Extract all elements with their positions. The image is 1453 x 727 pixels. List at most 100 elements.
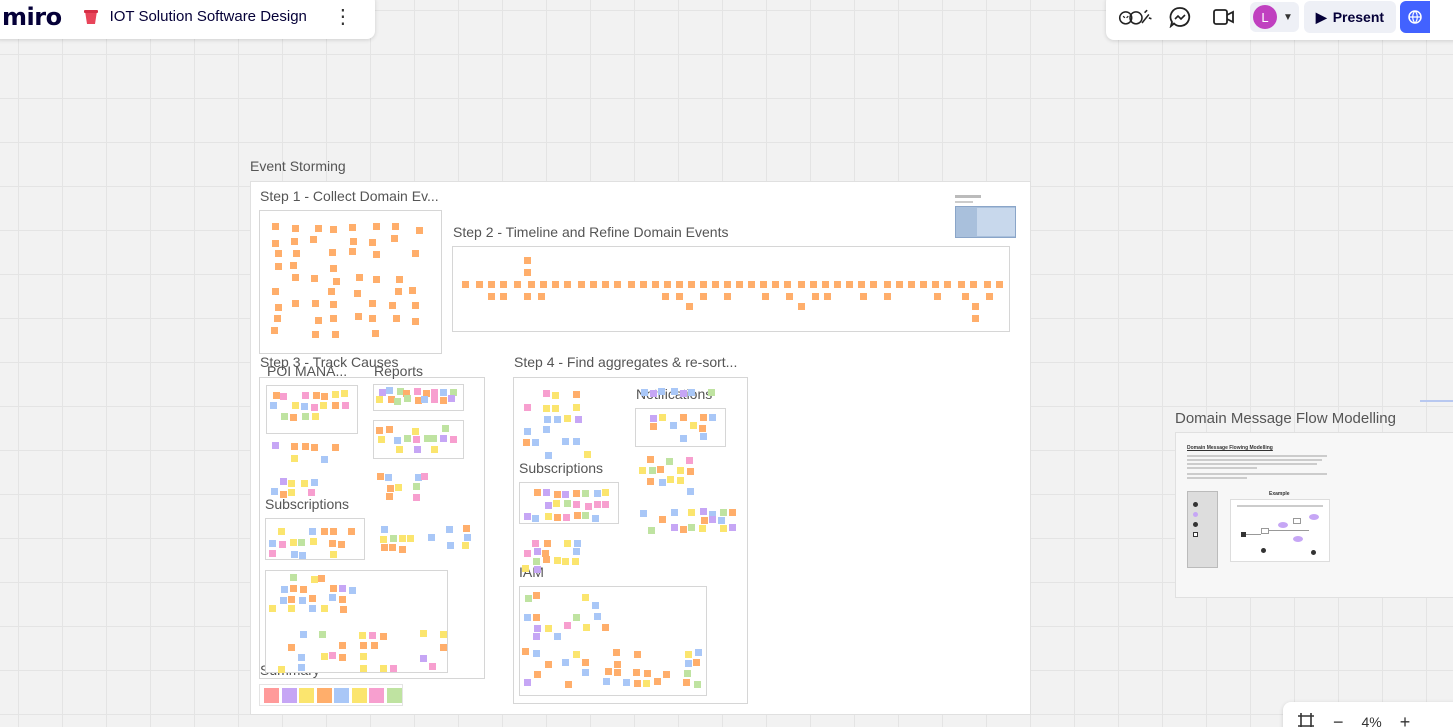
sticky-note[interactable] <box>448 395 456 402</box>
summary-legend-swatch[interactable] <box>264 688 279 703</box>
sticky-note[interactable] <box>686 303 693 310</box>
sticky-note[interactable] <box>688 524 696 532</box>
sticky-note[interactable] <box>552 404 560 412</box>
sticky-note[interactable] <box>380 665 388 673</box>
sticky-note[interactable] <box>640 281 647 288</box>
sticky-note[interactable] <box>308 488 316 496</box>
sticky-note[interactable] <box>553 633 561 641</box>
sticky-note[interactable] <box>729 508 737 516</box>
sticky-note[interactable] <box>614 668 622 676</box>
sticky-note[interactable] <box>439 396 447 404</box>
sticky-note[interactable] <box>439 643 447 651</box>
sticky-note[interactable] <box>958 281 965 288</box>
sticky-note[interactable] <box>301 412 309 420</box>
sticky-note[interactable] <box>413 446 421 454</box>
sticky-note[interactable] <box>312 392 320 400</box>
sticky-note[interactable] <box>554 490 562 498</box>
sticky-note[interactable] <box>441 425 449 433</box>
sticky-note[interactable] <box>440 631 448 639</box>
sticky-note[interactable] <box>583 450 591 458</box>
sticky-note[interactable] <box>299 630 307 638</box>
sticky-note[interactable] <box>369 300 377 307</box>
sticky-note[interactable] <box>762 293 769 300</box>
sticky-note[interactable] <box>360 665 368 673</box>
sticky-note[interactable] <box>414 387 422 395</box>
sticky-note[interactable] <box>640 388 648 396</box>
sticky-note[interactable] <box>553 500 561 508</box>
sticky-note[interactable] <box>318 574 326 582</box>
reference-document-thumbnail[interactable] <box>955 195 1016 238</box>
sticky-note[interactable] <box>387 484 395 492</box>
sticky-note[interactable] <box>430 395 438 403</box>
sticky-note[interactable] <box>699 432 707 440</box>
sticky-note[interactable] <box>604 668 612 676</box>
sticky-note[interactable] <box>407 534 415 542</box>
sticky-note[interactable] <box>680 414 688 422</box>
sticky-note[interactable] <box>292 250 300 257</box>
sticky-note[interactable] <box>532 539 540 547</box>
sticky-note[interactable] <box>798 281 805 288</box>
sticky-note[interactable] <box>328 594 336 602</box>
sticky-note[interactable] <box>332 390 340 398</box>
avatar[interactable]: L <box>1253 5 1277 29</box>
sticky-note[interactable] <box>572 548 580 556</box>
zoom-level[interactable]: 4% <box>1362 714 1382 727</box>
sticky-note[interactable] <box>488 293 495 300</box>
summary-legend-swatch[interactable] <box>351 688 367 703</box>
sticky-note[interactable] <box>784 281 791 288</box>
sticky-note[interactable] <box>720 508 728 516</box>
sticky-note[interactable] <box>613 660 621 668</box>
sticky-note[interactable] <box>708 389 715 397</box>
sticky-note[interactable] <box>450 436 458 444</box>
sticky-note[interactable] <box>376 426 383 434</box>
sticky-note[interactable] <box>524 404 532 412</box>
sticky-note[interactable] <box>413 494 421 502</box>
sticky-note[interactable] <box>670 508 678 516</box>
sticky-note[interactable] <box>299 552 307 560</box>
sticky-note[interactable] <box>633 668 641 676</box>
sticky-note[interactable] <box>524 427 532 435</box>
sticky-note[interactable] <box>810 281 817 288</box>
sticky-note[interactable] <box>524 549 532 557</box>
sticky-note[interactable] <box>676 293 683 300</box>
sticky-note[interactable] <box>679 525 687 533</box>
sticky-note[interactable] <box>278 665 286 673</box>
sticky-note[interactable] <box>332 444 340 452</box>
sticky-note[interactable] <box>686 467 694 475</box>
sticky-note[interactable] <box>338 595 346 603</box>
sticky-note[interactable] <box>431 388 438 396</box>
sticky-note[interactable] <box>534 566 542 574</box>
sticky-note[interactable] <box>369 314 377 322</box>
sticky-note[interactable] <box>292 274 300 282</box>
sticky-note[interactable] <box>390 535 398 543</box>
sticky-note[interactable] <box>682 679 690 687</box>
summary-legend-swatch[interactable] <box>369 688 384 703</box>
sticky-note[interactable] <box>272 391 280 399</box>
comments-icon[interactable] <box>1162 1 1198 33</box>
sticky-note[interactable] <box>700 281 707 288</box>
sticky-note[interactable] <box>572 438 580 446</box>
sticky-note[interactable] <box>355 313 363 321</box>
sticky-note[interactable] <box>298 663 306 671</box>
sticky-note[interactable] <box>320 528 328 536</box>
sticky-note[interactable] <box>292 401 300 409</box>
sticky-note[interactable] <box>524 269 531 276</box>
sticky-note[interactable] <box>440 389 448 397</box>
sticky-note[interactable] <box>462 525 470 533</box>
frame-label-step4[interactable]: Step 4 - Find aggregates & re-sort... <box>514 354 737 370</box>
sticky-note[interactable] <box>411 250 419 258</box>
sticky-note[interactable] <box>563 500 571 508</box>
sticky-note[interactable] <box>330 314 338 322</box>
sticky-note[interactable] <box>573 650 581 658</box>
sticky-note[interactable] <box>684 650 692 658</box>
sticky-note[interactable] <box>920 281 927 288</box>
sticky-note[interactable] <box>462 541 470 549</box>
sticky-note[interactable] <box>544 660 552 668</box>
sticky-note[interactable] <box>564 414 572 422</box>
sticky-note[interactable] <box>271 287 279 295</box>
sticky-note[interactable] <box>280 596 288 604</box>
sticky-note[interactable] <box>300 479 308 487</box>
sticky-note[interactable] <box>694 649 702 657</box>
sticky-note[interactable] <box>698 524 706 532</box>
frame-icon[interactable] <box>1297 712 1315 727</box>
